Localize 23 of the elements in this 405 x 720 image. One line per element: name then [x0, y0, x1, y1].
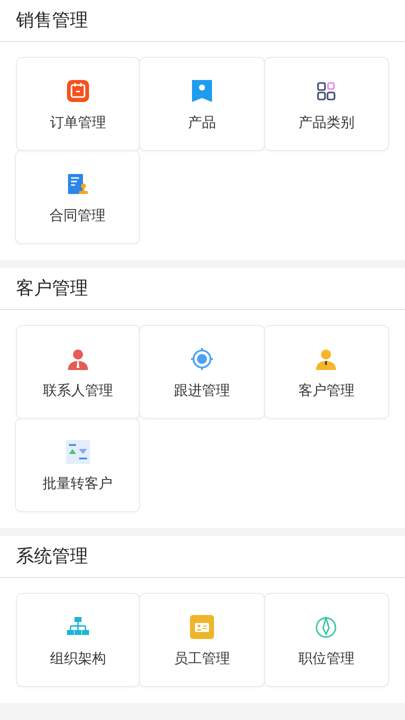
menu-tile[interactable]: 职位管理 — [264, 593, 389, 687]
bookmark-icon — [190, 79, 214, 103]
menu-tile[interactable]: 联系人管理 — [16, 325, 140, 419]
section-title: 销售管理 — [16, 9, 88, 32]
menu-tile[interactable]: 员工管理 — [139, 593, 265, 687]
id-card-icon — [190, 615, 214, 639]
menu-tile[interactable]: 合同管理 — [15, 150, 140, 244]
section-title: 系统管理 — [16, 545, 88, 568]
menu-tile[interactable]: 订单管理 — [16, 57, 140, 151]
menu-tile[interactable]: 组织架构 — [16, 593, 140, 687]
person-icon — [314, 347, 338, 371]
calendar-icon — [66, 79, 90, 103]
menu-tile[interactable]: 产品 — [139, 57, 265, 151]
target-icon — [190, 347, 214, 371]
menu-tile[interactable]: 客户管理 — [264, 325, 389, 419]
section-title: 客户管理 — [16, 277, 88, 300]
menu-tile[interactable]: 产品类别 — [264, 57, 389, 151]
menu-tile[interactable]: 跟进管理 — [139, 325, 265, 419]
person-icon — [66, 347, 90, 371]
menu-tile[interactable]: 批量转客户 — [15, 418, 140, 512]
transfer-icon — [66, 440, 90, 464]
grid-icon — [314, 79, 338, 103]
document-stamp-icon — [66, 172, 90, 196]
